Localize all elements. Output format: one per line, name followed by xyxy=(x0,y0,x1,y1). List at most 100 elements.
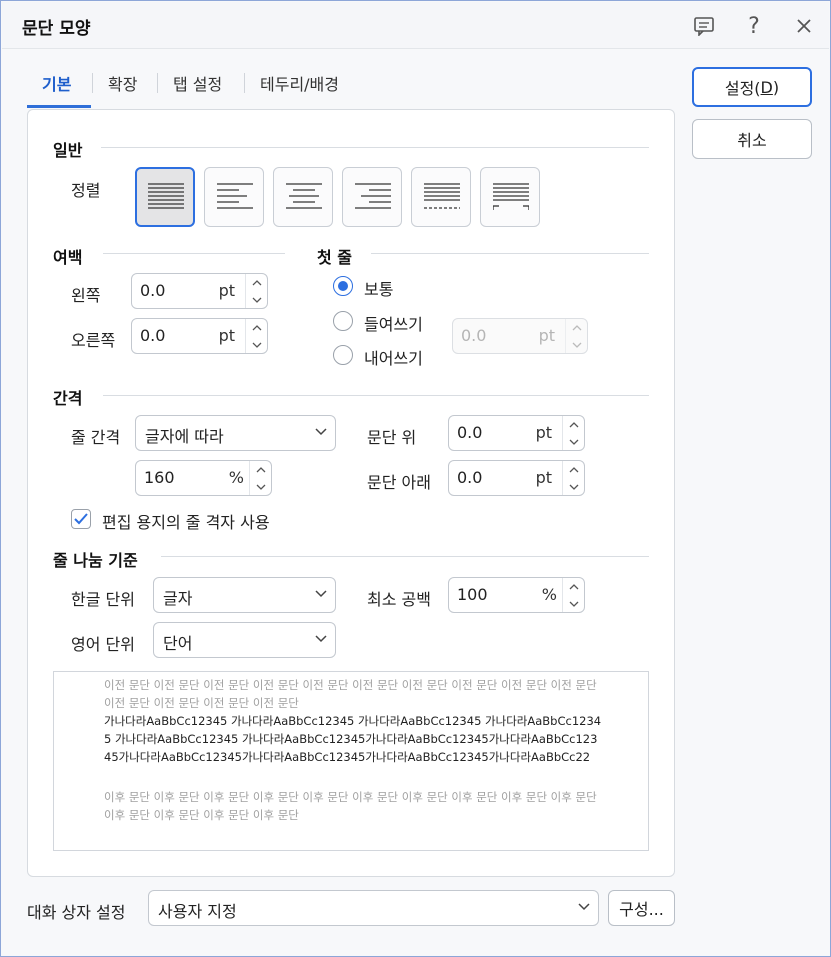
tab-basic[interactable]: 기본 xyxy=(42,71,71,95)
paragraph-preview: 이전 문단 이전 문단 이전 문단 이전 문단 이전 문단 이전 문단 이전 문… xyxy=(53,671,649,851)
first-line-indent-radio[interactable] xyxy=(333,311,353,331)
help-icon: ? xyxy=(748,13,760,39)
align-left-icon xyxy=(217,183,253,209)
configure-button[interactable]: 구성... xyxy=(608,890,675,926)
spin-up-button[interactable] xyxy=(563,578,585,595)
margin-right-label: 오른쪽 xyxy=(71,331,116,350)
tab-separator xyxy=(92,73,93,93)
spin-down-button[interactable] xyxy=(246,291,268,308)
chevron-down-icon xyxy=(569,439,579,445)
margin-left-field[interactable]: 0.0 pt xyxy=(131,273,268,309)
section-divider xyxy=(371,253,649,254)
dialog-settings-value: 사용자 지정 xyxy=(158,902,237,921)
align-justify-icon xyxy=(148,183,184,209)
spin-arrows xyxy=(245,274,267,308)
close-icon xyxy=(797,19,811,33)
title-bar: 문단 모양 ? xyxy=(2,2,829,49)
line-spacing-value-field[interactable]: 160 % xyxy=(135,460,272,496)
min-space-label: 최소 공백 xyxy=(367,590,431,609)
space-above-field[interactable]: 0.0 pt xyxy=(448,415,585,451)
align-center-icon xyxy=(286,183,322,209)
preview-current-paragraph: 가나다라AaBbCc12345 가나다라AaBbCc12345 가나다라AaBb… xyxy=(104,714,602,764)
space-above-unit: pt xyxy=(535,423,552,442)
spin-down-button[interactable] xyxy=(563,478,585,495)
margin-right-field[interactable]: 0.0 pt xyxy=(131,318,268,354)
spin-arrows xyxy=(565,319,587,353)
spin-down-button[interactable] xyxy=(250,478,272,495)
chevron-up-icon xyxy=(252,279,262,285)
section-title-line-break: 줄 나눔 기준 xyxy=(53,551,138,570)
chevron-down-icon xyxy=(252,297,262,303)
spin-up-button[interactable] xyxy=(246,319,268,336)
spin-down-button[interactable] xyxy=(246,336,268,353)
preview-previous-paragraph: 이전 문단 이전 문단 이전 문단 이전 문단 이전 문단 이전 문단 이전 문… xyxy=(104,678,597,710)
spin-up-button[interactable] xyxy=(563,461,585,478)
margin-right-value: 0.0 xyxy=(140,326,166,345)
line-spacing-type-value: 글자에 따라 xyxy=(145,427,224,446)
section-title-general: 일반 xyxy=(53,141,83,160)
spin-down-button xyxy=(566,336,588,353)
tab-border-background[interactable]: 테두리/배경 xyxy=(260,71,339,95)
section-divider xyxy=(103,253,285,254)
dialog-title: 문단 모양 xyxy=(22,19,91,39)
dialog-settings-dropdown[interactable]: 사용자 지정 xyxy=(148,890,599,926)
ok-button[interactable]: 설정(D) xyxy=(692,67,812,107)
spin-arrows xyxy=(562,578,584,612)
chevron-down-icon xyxy=(256,484,266,490)
comment-button[interactable] xyxy=(688,10,720,42)
spin-up-button[interactable] xyxy=(250,461,272,478)
first-line-normal-label: 보통 xyxy=(364,280,394,299)
help-button[interactable]: ? xyxy=(738,10,770,42)
line-spacing-value: 160 xyxy=(144,468,175,487)
section-title-margin: 여백 xyxy=(53,248,83,267)
spin-down-button[interactable] xyxy=(563,433,585,450)
spin-up-button[interactable] xyxy=(563,416,585,433)
spin-arrows xyxy=(245,319,267,353)
comment-icon xyxy=(694,17,714,36)
first-line-normal-radio[interactable] xyxy=(333,276,353,296)
tab-extended[interactable]: 확장 xyxy=(108,71,137,95)
close-button[interactable] xyxy=(788,10,820,42)
align-distribute-button[interactable] xyxy=(411,167,471,227)
space-above-value: 0.0 xyxy=(457,423,483,442)
min-space-field[interactable]: 100 % xyxy=(448,577,585,613)
chevron-up-icon xyxy=(572,324,582,330)
first-line-value: 0.0 xyxy=(461,326,487,345)
spin-arrows xyxy=(562,416,584,450)
first-line-indent-label: 들여쓰기 xyxy=(364,315,423,334)
align-label: 정렬 xyxy=(71,181,101,200)
section-title-spacing: 간격 xyxy=(53,389,83,408)
chevron-down-icon xyxy=(315,428,327,436)
cancel-button[interactable]: 취소 xyxy=(692,119,812,159)
space-below-field[interactable]: 0.0 pt xyxy=(448,460,585,496)
line-spacing-unit: % xyxy=(228,468,244,487)
tab-tab-settings[interactable]: 탭 설정 xyxy=(173,71,222,95)
spin-up-button[interactable] xyxy=(246,274,268,291)
paragraph-shape-dialog: 문단 모양 ? 기본 확장 탭 설정 테두리/배경 일반 정렬 여백 왼쪽 0.… xyxy=(0,0,831,957)
align-distribute-icon xyxy=(424,183,460,209)
ok-button-label-suffix: ) xyxy=(772,77,780,97)
min-space-unit: % xyxy=(541,585,557,604)
chevron-down-icon xyxy=(578,903,590,911)
chevron-up-icon xyxy=(256,466,266,472)
align-justify-button[interactable] xyxy=(135,167,195,227)
align-split-button[interactable] xyxy=(480,167,540,227)
spin-down-button[interactable] xyxy=(563,595,585,612)
section-title-first-line: 첫 줄 xyxy=(317,248,353,267)
english-unit-dropdown[interactable]: 단어 xyxy=(153,622,336,658)
line-grid-checkbox[interactable] xyxy=(71,509,91,529)
section-divider xyxy=(103,395,649,396)
korean-unit-dropdown[interactable]: 글자 xyxy=(153,577,336,613)
chevron-up-icon xyxy=(569,583,579,589)
align-right-button[interactable] xyxy=(342,167,402,227)
line-spacing-type-dropdown[interactable]: 글자에 따라 xyxy=(135,415,336,451)
align-center-button[interactable] xyxy=(273,167,333,227)
tab-separator xyxy=(157,73,158,93)
min-space-value: 100 xyxy=(457,585,488,604)
align-left-button[interactable] xyxy=(204,167,264,227)
chevron-up-icon xyxy=(569,466,579,472)
ok-button-label-prefix: 설정( xyxy=(724,79,761,98)
korean-unit-label: 한글 단위 xyxy=(71,590,135,609)
first-line-outdent-radio[interactable] xyxy=(333,345,353,365)
tab-separator xyxy=(244,73,245,93)
